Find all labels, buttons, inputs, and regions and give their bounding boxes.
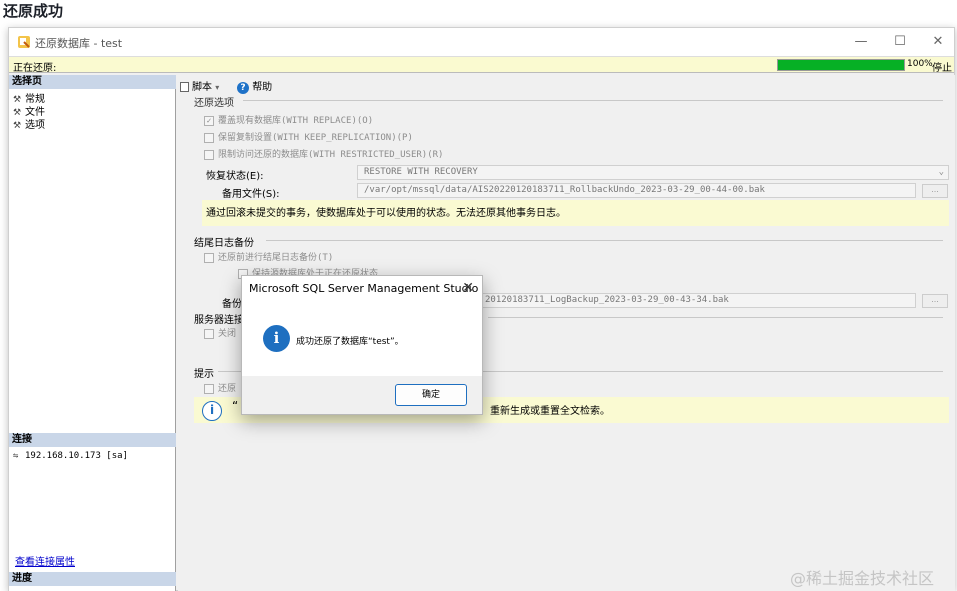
maximize-button[interactable]: ☐ <box>885 32 915 52</box>
page-item-options[interactable]: ⚒ 选项 <box>13 116 45 131</box>
standby-file-label: 备用文件(S): <box>222 189 280 200</box>
info-icon: i <box>263 325 290 352</box>
option-restricted-user[interactable]: 限制访问还原的数据库(WITH RESTRICTED_USER)(R) <box>204 147 443 160</box>
divider <box>488 317 943 318</box>
dialog-body: i 成功还原了数据库“test”。 <box>242 302 482 376</box>
divider <box>266 240 943 241</box>
chevron-down-icon: ⌄ <box>938 167 944 177</box>
view-connection-properties-link[interactable]: 查看连接属性 <box>15 553 75 568</box>
window-title: 还原数据库 - test <box>35 37 123 50</box>
option-tail-log-backup[interactable]: 还原前进行结尾日志备份(T) <box>204 250 333 263</box>
connection-item: ⇋ 192.168.10.173 [sa] <box>13 451 128 461</box>
watermark: @稀土掘金技术社区 <box>790 569 935 588</box>
checkbox[interactable] <box>204 328 214 339</box>
option-label: 关闭 <box>218 329 237 339</box>
tail-log-title: 结尾日志备份 <box>194 238 254 249</box>
help-label: 帮助 <box>252 82 273 93</box>
restore-progress-bar <box>777 59 905 71</box>
minimize-button[interactable]: — <box>846 32 876 52</box>
recovery-state-label: 恢复状态(E): <box>206 171 264 182</box>
connection-value: 192.168.10.173 [sa] <box>25 451 128 461</box>
option-with-replace[interactable]: ✓ 覆盖现有数据库(WITH REPLACE)(O) <box>204 113 373 126</box>
wrench-icon: ⚒ <box>13 121 22 131</box>
status-bar: 正在还原: 100% 停止 <box>9 56 954 74</box>
help-button[interactable]: ? 帮助 <box>237 78 272 94</box>
app-icon <box>18 36 30 48</box>
hint-quote: “ <box>232 399 239 413</box>
connection-header: 连接 <box>9 433 176 447</box>
option-label: 限制访问还原的数据库(WITH RESTRICTED_USER)(R) <box>218 150 444 160</box>
connection-icon: ⇋ <box>13 451 19 461</box>
recovery-info: 通过回滚未提交的事务，使数据库处于可以使用的状态。无法还原其他事务日志。 <box>202 200 949 226</box>
help-icon: ? <box>237 82 249 94</box>
page-item-label: 选项 <box>25 120 45 131</box>
recovery-state-select[interactable]: RESTORE WITH RECOVERY ⌄ <box>357 165 949 180</box>
close-button[interactable]: ✕ <box>923 32 953 52</box>
dialog-title: Microsoft SQL Server Management Studio <box>242 276 482 302</box>
checkbox[interactable] <box>204 149 214 160</box>
progress-fill <box>778 60 904 70</box>
restore-options-title: 还原选项 <box>194 98 234 109</box>
option-label: 还原 <box>218 384 237 394</box>
status-text: 正在还原: <box>13 63 57 74</box>
option-close-connections[interactable]: 关闭 <box>204 326 236 339</box>
success-dialog: Microsoft SQL Server Management Studio ✕… <box>241 275 483 415</box>
script-button[interactable]: 脚本 ▾ <box>180 78 219 93</box>
browse-button[interactable]: ... <box>922 184 948 198</box>
recovery-state-value: RESTORE WITH RECOVERY <box>364 167 478 177</box>
info-icon: i <box>202 401 222 421</box>
script-icon <box>180 82 189 92</box>
standby-file-input[interactable]: /var/opt/mssql/data/AIS20220120183711_Ro… <box>357 183 916 198</box>
backup-file-label: 备份 <box>222 299 242 310</box>
hint-text: 重新生成或重置全文检索。 <box>490 406 610 417</box>
checkbox[interactable] <box>204 132 214 143</box>
option-label: 覆盖现有数据库(WITH REPLACE)(O) <box>218 116 374 126</box>
progress-header: 进度 <box>9 572 176 586</box>
dialog-message: 成功还原了数据库“test”。 <box>296 337 404 347</box>
hint-title: 提示 <box>194 369 214 380</box>
dropdown-icon: ▾ <box>215 83 220 92</box>
browse-button[interactable]: ... <box>922 294 948 308</box>
server-connections-title: 服务器连接 <box>194 315 244 326</box>
progress-percent: 100% <box>907 59 933 69</box>
page-heading: 还原成功 <box>3 2 64 20</box>
window-titlebar: 还原数据库 - test — ☐ ✕ <box>9 28 954 56</box>
select-page-header: 选择页 <box>9 75 176 89</box>
left-pane: 选择页 ⚒ 常规 ⚒ 文件 ⚒ 选项 连接 ⇋ 192.168.10.173 [sa] … <box>9 75 176 591</box>
option-hint[interactable]: 还原 <box>204 381 236 394</box>
checkbox-checked[interactable]: ✓ <box>204 115 214 126</box>
dialog-close-icon[interactable]: ✕ <box>462 280 474 296</box>
checkbox[interactable] <box>204 383 214 394</box>
divider <box>243 100 943 101</box>
checkbox[interactable] <box>204 252 214 263</box>
option-keep-replication[interactable]: 保留复制设置(WITH KEEP_REPLICATION)(P) <box>204 130 413 143</box>
option-label: 还原前进行结尾日志备份(T) <box>218 253 334 263</box>
dialog-title-text: Microsoft SQL Server Management Studio <box>249 282 479 295</box>
option-label: 保留复制设置(WITH KEEP_REPLICATION)(P) <box>218 133 413 143</box>
backup-file-input[interactable]: 20120183711_LogBackup_2023-03-29_00-43-3… <box>478 293 916 308</box>
script-label: 脚本 <box>192 82 212 93</box>
ok-button[interactable]: 确定 <box>395 384 467 406</box>
stop-button[interactable]: 停止 <box>932 59 952 74</box>
